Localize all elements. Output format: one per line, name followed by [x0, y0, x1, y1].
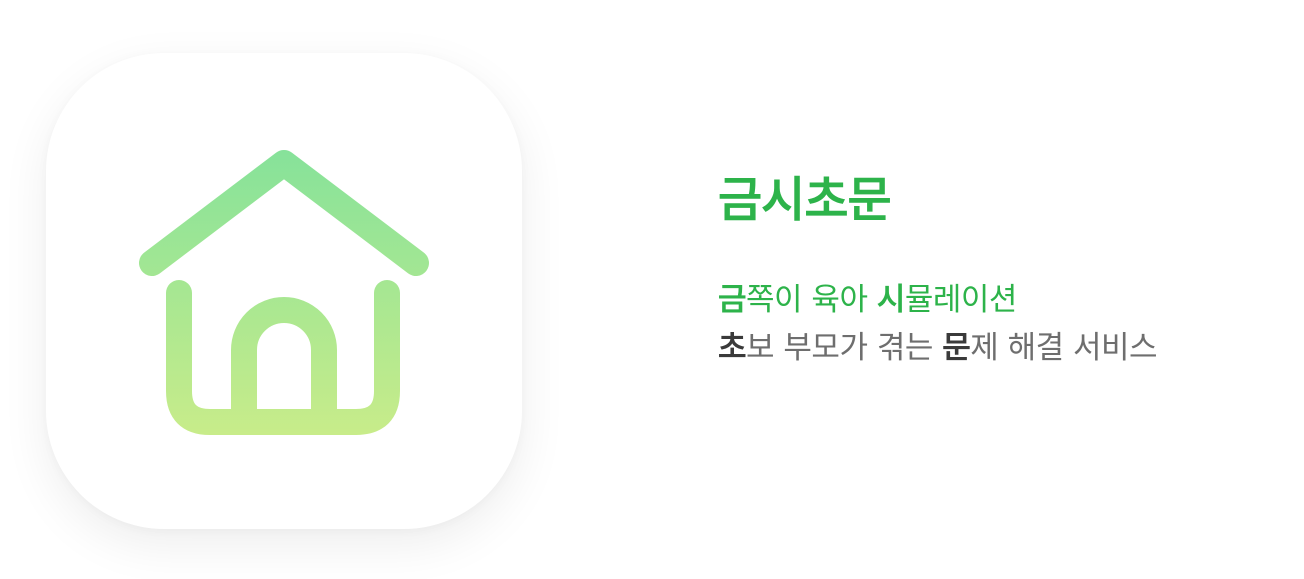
house-roof — [139, 150, 429, 276]
tagline-2-text-2: 제 해결 서비스 — [970, 330, 1158, 366]
tagline-1-text-1: 쪽이 육아 — [746, 282, 877, 318]
app-title: 금시초문 — [718, 172, 892, 228]
tagline-2-emphasis-1: 초 — [718, 330, 747, 366]
tagline-1-text-2: 뮬레이션 — [904, 282, 1018, 318]
tagline-line-1: 금쪽이 육아 시뮬레이션 — [718, 276, 1157, 324]
tagline-2-text-1: 보 부모가 겪는 — [746, 330, 943, 366]
house-icon — [139, 150, 429, 435]
tagline-line-2: 초보 부모가 겪는 문제 해결 서비스 — [718, 324, 1158, 372]
brand-banner: 금시초문 금쪽이 육아 시뮬레이션 초보 부모가 겪는 문제 해결 서비스 — [0, 0, 1304, 579]
app-icon-tile — [46, 53, 522, 529]
tagline-1-emphasis-1: 금 — [718, 282, 747, 318]
tagline-2-emphasis-2: 문 — [942, 330, 971, 366]
brand-text: 금시초문 금쪽이 육아 시뮬레이션 초보 부모가 겪는 문제 해결 서비스 — [718, 168, 1158, 372]
house-door — [231, 297, 337, 435]
tagline-1-emphasis-2: 시 — [876, 282, 906, 318]
